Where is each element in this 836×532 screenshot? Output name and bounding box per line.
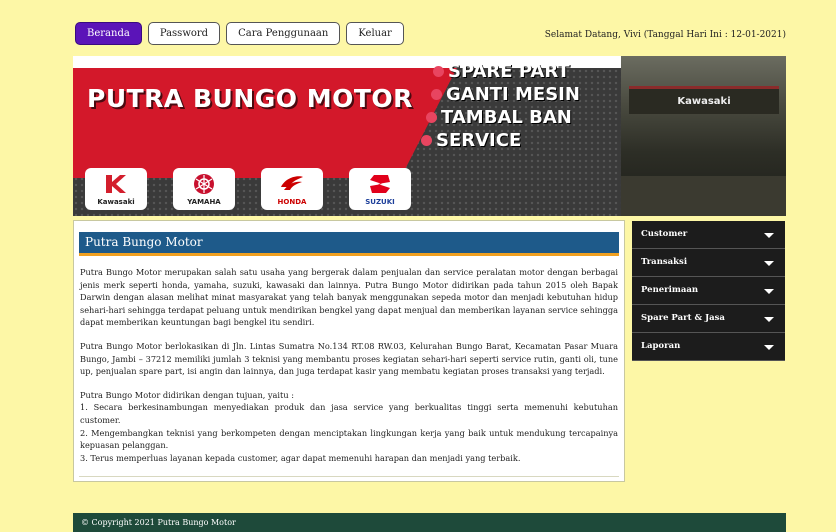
- service-item: TAMBAL BAN: [426, 106, 580, 129]
- shop-sign: Kawasaki: [629, 86, 779, 114]
- goal-item: 2. Mengembangkan teknisi yang berkompete…: [80, 427, 618, 451]
- welcome-text: Selamat Datang, Vivi (Tanggal Hari Ini :…: [544, 30, 786, 40]
- suzuki-logo: SUZUKI: [349, 168, 411, 210]
- sidebar-item-laporan[interactable]: Laporan: [632, 333, 785, 361]
- nav-keluar-button[interactable]: Keluar: [346, 22, 404, 45]
- kawasaki-logo: Kawasaki: [85, 168, 147, 210]
- shop-photo: Kawasaki: [621, 56, 786, 216]
- sidebar-item-label: Transaksi: [641, 257, 688, 267]
- nav-beranda-button[interactable]: Beranda: [75, 22, 142, 45]
- sidebar-item-label: Spare Part & Jasa: [641, 313, 725, 323]
- top-nav: Beranda Password Cara Penggunaan Keluar: [75, 22, 404, 45]
- sidebar-item-label: Customer: [641, 229, 688, 239]
- intro-paragraph: Putra Bungo Motor merupakan salah satu u…: [80, 267, 618, 328]
- service-label: TAMBAL BAN: [441, 107, 572, 128]
- honda-wing-icon: [281, 176, 303, 190]
- caret-down-icon: [764, 317, 774, 322]
- banner-red-panel: [73, 56, 463, 178]
- copyright-text: © Copyright 2021 Putra Bungo Motor: [81, 518, 236, 527]
- footer: © Copyright 2021 Putra Bungo Motor: [73, 513, 786, 532]
- brand-logos: Kawasaki YAMAHA HONDA SUZUKI: [85, 168, 411, 210]
- nav-cara-penggunaan-button[interactable]: Cara Penggunaan: [226, 22, 341, 45]
- sidebar-menu: Customer Transaksi Penerimaan Spare Part…: [632, 221, 785, 361]
- sidebar-item-label: Laporan: [641, 341, 681, 351]
- kawasaki-mark-icon: [106, 175, 126, 193]
- service-label: GANTI MESIN: [446, 84, 580, 105]
- yamaha-logo: YAMAHA: [173, 168, 235, 210]
- banner-brand-title: PUTRA BUNGO MOTOR: [87, 84, 413, 113]
- kawasaki-label: Kawasaki: [97, 198, 135, 206]
- content-body: Putra Bungo Motor merupakan salah satu u…: [74, 256, 624, 464]
- service-item: SERVICE: [421, 129, 580, 152]
- honda-label: HONDA: [277, 198, 307, 206]
- nav-password-button[interactable]: Password: [147, 22, 221, 45]
- location-paragraph: Putra Bungo Motor berlokasikan di Jln. L…: [80, 340, 618, 377]
- goals-intro: Putra Bungo Motor didirikan dengan tujua…: [80, 389, 294, 400]
- shop-floor: [621, 176, 786, 216]
- service-item: GANTI MESIN: [431, 83, 580, 106]
- suzuki-label: SUZUKI: [365, 198, 395, 206]
- goal-item: 3. Terus memperluas layanan kepada custo…: [80, 452, 521, 463]
- goal-item: 1. Secara berkesinambungan menyediakan p…: [80, 402, 618, 425]
- sidebar-item-penerimaan[interactable]: Penerimaan: [632, 277, 785, 305]
- caret-down-icon: [764, 289, 774, 294]
- bullet-icon: [426, 112, 437, 123]
- service-item: SPARE PART: [433, 60, 580, 83]
- service-label: SERVICE: [436, 130, 522, 151]
- bullet-icon: [421, 135, 432, 146]
- suzuki-s-icon: [370, 175, 390, 193]
- main-content-panel: Putra Bungo Motor Putra Bungo Motor meru…: [73, 220, 625, 482]
- content-divider: [79, 476, 619, 477]
- sidebar-item-label: Penerimaan: [641, 285, 699, 295]
- honda-logo: HONDA: [261, 168, 323, 210]
- caret-down-icon: [764, 233, 774, 238]
- sidebar-item-transaksi[interactable]: Transaksi: [632, 249, 785, 277]
- caret-down-icon: [764, 261, 774, 266]
- bullet-icon: [431, 89, 442, 100]
- header-banner: PUTRA BUNGO MOTOR SPARE PART GANTI MESIN…: [73, 56, 786, 216]
- yamaha-mark-icon: [194, 174, 214, 194]
- sidebar-item-spare-part-jasa[interactable]: Spare Part & Jasa: [632, 305, 785, 333]
- yamaha-label: YAMAHA: [187, 198, 221, 206]
- sidebar-item-customer[interactable]: Customer: [632, 221, 785, 249]
- caret-down-icon: [764, 345, 774, 350]
- banner-services-list: SPARE PART GANTI MESIN TAMBAL BAN SERVIC…: [421, 60, 580, 152]
- goals-list: Putra Bungo Motor didirikan dengan tujua…: [80, 389, 618, 465]
- service-label: SPARE PART: [448, 61, 570, 82]
- content-title: Putra Bungo Motor: [79, 232, 619, 256]
- bullet-icon: [433, 66, 444, 77]
